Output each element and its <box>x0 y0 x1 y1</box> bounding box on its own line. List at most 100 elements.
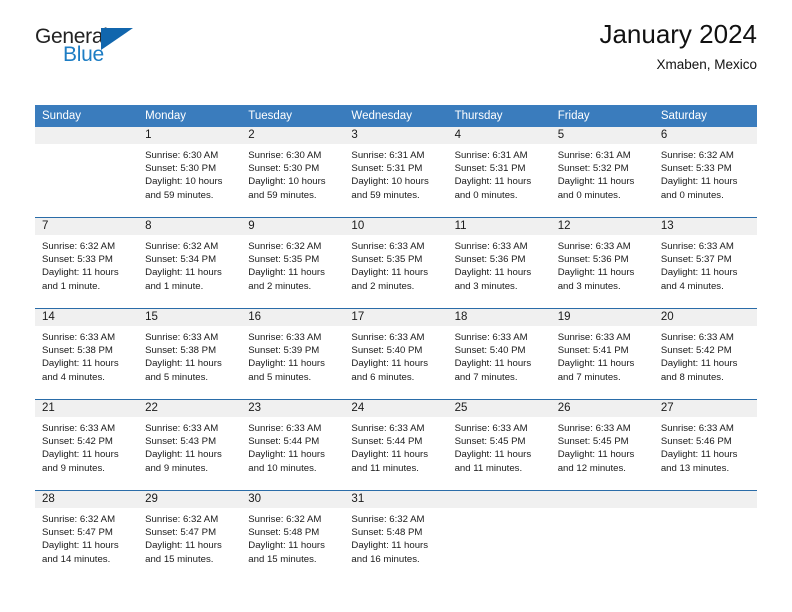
calendar-day-cell[interactable]: 10 Sunrise: 6:33 AM Sunset: 5:35 PM Dayligh… <box>344 217 448 309</box>
sunrise-text: Sunrise: 6:33 AM <box>557 241 631 252</box>
sunrise-text: Sunrise: 6:33 AM <box>454 241 528 252</box>
calendar-day-cell[interactable]: 8 Sunrise: 6:32 AM Sunset: 5:34 PM Daylight… <box>138 217 242 309</box>
daylight-text-line1: Daylight: 11 hours <box>454 358 532 370</box>
calendar-day-cell[interactable]: 6 Sunrise: 6:32 AM Sunset: 5:33 PM Daylight… <box>653 127 757 218</box>
day-number <box>35 127 139 144</box>
calendar-day-cell-empty <box>550 490 654 581</box>
day-number: 23 <box>241 400 345 417</box>
sunset-text: Sunset: 5:47 PM <box>42 527 113 539</box>
day-sun-info: Sunrise: 6:31 AM Sunset: 5:31 PM Daylight:… <box>344 144 447 202</box>
calendar-day-cell[interactable]: 20 Sunrise: 6:33 AM Sunset: 5:42 PM Dayligh… <box>653 308 757 400</box>
calendar-day-cell[interactable]: 5 Sunrise: 6:31 AM Sunset: 5:32 PM Daylight… <box>550 127 654 218</box>
daylight-text-line2: and 9 minutes. <box>42 462 105 474</box>
day-sun-info: Sunrise: 6:32 AM Sunset: 5:48 PM Daylight:… <box>344 508 447 566</box>
calendar-day-cell[interactable]: 28 Sunrise: 6:32 AM Sunset: 5:47 PM Dayligh… <box>35 490 139 581</box>
calendar-body: 1 Sunrise: 6:30 AM Sunset: 5:30 PM Daylight… <box>35 127 757 581</box>
calendar-day-cell[interactable]: 13 Sunrise: 6:33 AM Sunset: 5:37 PM Dayligh… <box>653 217 757 309</box>
daylight-text-line1: Daylight: 11 hours <box>145 358 222 370</box>
day-number: 24 <box>344 400 448 417</box>
daylight-text-line1: Daylight: 11 hours <box>454 176 532 188</box>
calendar-day-cell[interactable]: 1 Sunrise: 6:30 AM Sunset: 5:30 PM Daylight… <box>138 127 242 218</box>
sunrise-text: Sunrise: 6:32 AM <box>42 241 116 252</box>
daylight-text-line1: Daylight: 11 hours <box>660 176 738 188</box>
calendar-day-cell[interactable]: 3 Sunrise: 6:31 AM Sunset: 5:31 PM Daylight… <box>344 127 448 218</box>
calendar-day-cell[interactable]: 14 Sunrise: 6:33 AM Sunset: 5:38 PM Dayligh… <box>35 308 139 400</box>
calendar-day-cell[interactable]: 25 Sunrise: 6:33 AM Sunset: 5:45 PM Dayligh… <box>447 399 551 491</box>
sunrise-text: Sunrise: 6:33 AM <box>351 332 425 343</box>
calendar-day-cell[interactable]: 9 Sunrise: 6:32 AM Sunset: 5:35 PM Daylight… <box>241 217 345 309</box>
page-title: January 2024 <box>599 19 757 49</box>
day-number: 16 <box>241 309 345 326</box>
calendar-day-cell[interactable]: 23 Sunrise: 6:33 AM Sunset: 5:44 PM Dayligh… <box>241 399 345 491</box>
calendar-day-cell[interactable]: 12 Sunrise: 6:33 AM Sunset: 5:36 PM Dayligh… <box>550 217 654 309</box>
daylight-text-line1: Daylight: 11 hours <box>248 358 325 370</box>
daylight-text-line2: and 6 minutes. <box>351 371 415 383</box>
day-number: 10 <box>344 218 448 235</box>
calendar-week-row: 7 Sunrise: 6:32 AM Sunset: 5:33 PM Daylight… <box>35 217 757 309</box>
daylight-text-line1: Daylight: 11 hours <box>351 540 429 552</box>
day-sun-info: Sunrise: 6:32 AM Sunset: 5:35 PM Daylight:… <box>241 235 344 293</box>
page-header: General Blue January 2024 Xmaben, Mexico <box>35 0 757 74</box>
sunrise-text: Sunrise: 6:32 AM <box>660 150 734 161</box>
daylight-text-line1: Daylight: 11 hours <box>351 358 429 370</box>
daylight-text-line1: Daylight: 10 hours <box>145 176 223 188</box>
sunset-text: Sunset: 5:47 PM <box>145 527 217 539</box>
brand-logo[interactable]: General Blue <box>35 26 165 72</box>
calendar-day-cell[interactable]: 19 Sunrise: 6:33 AM Sunset: 5:41 PM Dayligh… <box>550 308 654 400</box>
calendar-day-cell[interactable]: 24 Sunrise: 6:33 AM Sunset: 5:44 PM Dayligh… <box>344 399 448 491</box>
sunrise-text: Sunrise: 6:32 AM <box>42 514 116 525</box>
calendar-day-cell[interactable]: 11 Sunrise: 6:33 AM Sunset: 5:36 PM Dayligh… <box>447 217 551 309</box>
day-number <box>447 491 551 508</box>
daylight-text-line2: and 11 minutes. <box>351 462 419 474</box>
calendar-day-cell[interactable]: 16 Sunrise: 6:33 AM Sunset: 5:39 PM Dayligh… <box>241 308 345 400</box>
day-sun-info: Sunrise: 6:30 AM Sunset: 5:30 PM Daylight:… <box>241 144 344 202</box>
sunrise-text: Sunrise: 6:31 AM <box>557 150 631 161</box>
daylight-text-line1: Daylight: 11 hours <box>660 449 738 461</box>
calendar-day-cell[interactable]: 18 Sunrise: 6:33 AM Sunset: 5:40 PM Dayligh… <box>447 308 551 400</box>
calendar-day-cell[interactable]: 27 Sunrise: 6:33 AM Sunset: 5:46 PM Dayligh… <box>653 399 757 491</box>
calendar-day-cell[interactable]: 26 Sunrise: 6:33 AM Sunset: 5:45 PM Dayligh… <box>550 399 654 491</box>
calendar-day-cell[interactable]: 2 Sunrise: 6:30 AM Sunset: 5:30 PM Daylight… <box>241 127 345 218</box>
calendar-day-cell[interactable]: 30 Sunrise: 6:32 AM Sunset: 5:48 PM Dayligh… <box>241 490 345 581</box>
daylight-text-line2: and 3 minutes. <box>454 280 518 292</box>
calendar-day-cell[interactable]: 4 Sunrise: 6:31 AM Sunset: 5:31 PM Daylight… <box>447 127 551 218</box>
day-sun-info: Sunrise: 6:32 AM Sunset: 5:34 PM Daylight:… <box>138 235 241 293</box>
calendar-day-cell[interactable]: 29 Sunrise: 6:32 AM Sunset: 5:47 PM Dayligh… <box>138 490 242 581</box>
title-block: January 2024 Xmaben, Mexico <box>599 19 757 72</box>
calendar-day-cell[interactable]: 15 Sunrise: 6:33 AM Sunset: 5:38 PM Dayligh… <box>138 308 242 400</box>
calendar-week-row: 28 Sunrise: 6:32 AM Sunset: 5:47 PM Dayligh… <box>35 490 757 581</box>
sunrise-text: Sunrise: 6:31 AM <box>454 150 528 161</box>
sunrise-text: Sunrise: 6:30 AM <box>145 150 219 161</box>
day-number: 30 <box>241 491 345 508</box>
daylight-text-line2: and 7 minutes. <box>454 371 518 383</box>
calendar-day-cell[interactable]: 7 Sunrise: 6:32 AM Sunset: 5:33 PM Daylight… <box>35 217 139 309</box>
daylight-text-line1: Daylight: 10 hours <box>248 176 326 188</box>
day-number: 11 <box>447 218 551 235</box>
day-number: 29 <box>138 491 242 508</box>
calendar-week-row: 14 Sunrise: 6:33 AM Sunset: 5:38 PM Dayligh… <box>35 308 757 400</box>
calendar-day-cell[interactable]: 17 Sunrise: 6:33 AM Sunset: 5:40 PM Dayligh… <box>344 308 448 400</box>
daylight-text-line2: and 2 minutes. <box>351 280 415 292</box>
sunset-text: Sunset: 5:37 PM <box>660 254 732 266</box>
day-number: 28 <box>35 491 139 508</box>
calendar-day-cell[interactable]: 21 Sunrise: 6:33 AM Sunset: 5:42 PM Dayligh… <box>35 399 139 491</box>
daylight-text-line1: Daylight: 11 hours <box>557 176 635 188</box>
daylight-text-line1: Daylight: 11 hours <box>248 449 325 461</box>
day-sun-info: Sunrise: 6:33 AM Sunset: 5:45 PM Daylight:… <box>551 417 654 475</box>
sunset-text: Sunset: 5:42 PM <box>660 345 732 357</box>
daylight-text-line2: and 14 minutes. <box>42 553 111 565</box>
calendar-week-row: 21 Sunrise: 6:33 AM Sunset: 5:42 PM Dayligh… <box>35 399 757 491</box>
sunrise-text: Sunrise: 6:33 AM <box>42 332 116 343</box>
sunrise-text: Sunrise: 6:33 AM <box>454 332 528 343</box>
sunset-text: Sunset: 5:42 PM <box>42 436 113 448</box>
weekday-header-monday: Monday <box>138 105 242 127</box>
day-sun-info: Sunrise: 6:33 AM Sunset: 5:37 PM Daylight:… <box>654 235 757 293</box>
calendar-day-cell[interactable]: 31 Sunrise: 6:32 AM Sunset: 5:48 PM Dayligh… <box>344 490 448 581</box>
daylight-text-line1: Daylight: 11 hours <box>42 267 119 279</box>
daylight-text-line1: Daylight: 11 hours <box>351 267 429 279</box>
daylight-text-line2: and 5 minutes. <box>248 371 312 383</box>
daylight-text-line2: and 4 minutes. <box>42 371 105 383</box>
calendar-day-cell[interactable]: 22 Sunrise: 6:33 AM Sunset: 5:43 PM Dayligh… <box>138 399 242 491</box>
day-number: 13 <box>653 218 757 235</box>
sunset-text: Sunset: 5:35 PM <box>248 254 320 266</box>
